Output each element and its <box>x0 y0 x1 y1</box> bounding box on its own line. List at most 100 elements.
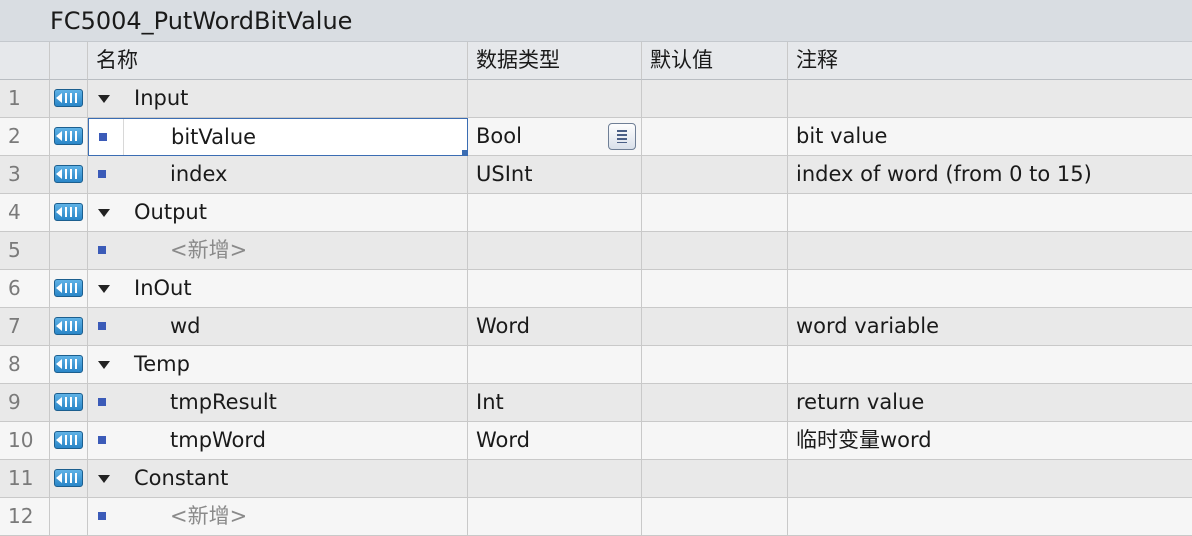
row-number[interactable]: 6 <box>0 270 50 308</box>
data-type-cell[interactable]: Word <box>468 308 642 346</box>
name-cell[interactable]: index <box>88 156 468 194</box>
default-value-cell[interactable] <box>642 422 788 460</box>
default-value-cell[interactable] <box>642 232 788 270</box>
comment-cell[interactable]: return value <box>788 384 1192 422</box>
add-new-placeholder: <新增> <box>170 238 248 262</box>
collapse-caret-icon[interactable] <box>98 361 110 369</box>
direction-icon-cell <box>50 422 88 460</box>
direction-icon-cell <box>50 460 88 498</box>
comment-cell[interactable] <box>788 194 1192 232</box>
direction-icon-cell <box>50 308 88 346</box>
header-data-type[interactable]: 数据类型 <box>468 42 642 80</box>
temp-direction-icon <box>54 393 83 411</box>
table-row[interactable]: 2 bitValue Bool bit value <box>0 118 1192 156</box>
comment-cell[interactable] <box>788 460 1192 498</box>
member-bullet-icon <box>98 246 106 254</box>
header-default-value[interactable]: 默认值 <box>642 42 788 80</box>
default-value-cell[interactable] <box>642 346 788 384</box>
default-value-cell[interactable] <box>642 270 788 308</box>
row-number[interactable]: 3 <box>0 156 50 194</box>
collapse-caret-icon[interactable] <box>98 285 110 293</box>
default-value-cell[interactable] <box>642 156 788 194</box>
comment-cell[interactable]: 临时变量word <box>788 422 1192 460</box>
row-number[interactable]: 4 <box>0 194 50 232</box>
row-number[interactable]: 1 <box>0 80 50 118</box>
table-row[interactable]: 7 wd Word word variable <box>0 308 1192 346</box>
name-cell[interactable]: InOut <box>88 270 468 308</box>
section-name: Input <box>134 86 189 110</box>
row-number[interactable]: 5 <box>0 232 50 270</box>
data-type-cell[interactable]: Int <box>468 384 642 422</box>
data-type-cell[interactable] <box>468 498 642 536</box>
name-cell[interactable]: Constant <box>88 460 468 498</box>
name-cell[interactable]: wd <box>88 308 468 346</box>
table-row[interactable]: 12 <新增> <box>0 498 1192 536</box>
name-cell[interactable]: <新增> <box>88 498 468 536</box>
table-row[interactable]: 11 Constant <box>0 460 1192 498</box>
default-value-cell[interactable] <box>642 80 788 118</box>
row-number[interactable]: 8 <box>0 346 50 384</box>
table-row[interactable]: 4 Output <box>0 194 1192 232</box>
name-cell[interactable]: Output <box>88 194 468 232</box>
member-bullet-icon <box>98 398 106 406</box>
name-cell[interactable]: Temp <box>88 346 468 384</box>
default-value-cell[interactable] <box>642 384 788 422</box>
selection-drag-handle[interactable] <box>462 150 467 155</box>
collapse-caret-icon[interactable] <box>98 209 110 217</box>
comment-cell[interactable] <box>788 498 1192 536</box>
data-type-cell[interactable] <box>468 232 642 270</box>
add-new-placeholder: <新增> <box>170 504 248 528</box>
temp-direction-icon <box>54 355 83 373</box>
header-name[interactable]: 名称 <box>88 42 468 80</box>
default-value-cell[interactable] <box>642 194 788 232</box>
name-cell[interactable]: tmpResult <box>88 384 468 422</box>
table-row[interactable]: 3 index USInt index of word (from 0 to 15) <box>0 156 1192 194</box>
variable-name: tmpResult <box>170 390 277 414</box>
table-row[interactable]: 9 tmpResult Int return value <box>0 384 1192 422</box>
direction-icon-cell <box>50 270 88 308</box>
row-number[interactable]: 11 <box>0 460 50 498</box>
row-number[interactable]: 12 <box>0 498 50 536</box>
data-type-picker-button[interactable] <box>608 123 636 150</box>
data-type-cell[interactable]: Word <box>468 422 642 460</box>
name-cell[interactable]: Input <box>88 80 468 118</box>
comment-cell[interactable] <box>788 270 1192 308</box>
default-value-cell[interactable] <box>642 308 788 346</box>
row-number[interactable]: 10 <box>0 422 50 460</box>
data-type-cell[interactable] <box>468 346 642 384</box>
cell-separator <box>123 119 124 155</box>
comment-cell[interactable] <box>788 232 1192 270</box>
data-type-cell[interactable] <box>468 460 642 498</box>
default-value-cell[interactable] <box>642 118 788 156</box>
data-type-value: USInt <box>476 162 533 186</box>
name-cell[interactable]: bitValue <box>88 118 468 156</box>
comment-cell[interactable]: index of word (from 0 to 15) <box>788 156 1192 194</box>
collapse-caret-icon[interactable] <box>98 475 110 483</box>
collapse-caret-icon[interactable] <box>98 95 110 103</box>
data-type-cell[interactable] <box>468 194 642 232</box>
table-row[interactable]: 6 InOut <box>0 270 1192 308</box>
section-name: Constant <box>134 466 229 490</box>
name-cell[interactable]: tmpWord <box>88 422 468 460</box>
comment-cell[interactable]: word variable <box>788 308 1192 346</box>
data-type-cell[interactable]: Bool <box>468 118 642 156</box>
comment-cell[interactable]: bit value <box>788 118 1192 156</box>
data-type-cell[interactable] <box>468 270 642 308</box>
row-number[interactable]: 9 <box>0 384 50 422</box>
table-row[interactable]: 1 Input <box>0 80 1192 118</box>
default-value-cell[interactable] <box>642 460 788 498</box>
data-type-cell[interactable] <box>468 80 642 118</box>
row-number[interactable]: 2 <box>0 118 50 156</box>
section-name: InOut <box>134 276 192 300</box>
data-type-cell[interactable]: USInt <box>468 156 642 194</box>
data-type-value: Word <box>476 314 530 338</box>
name-cell[interactable]: <新增> <box>88 232 468 270</box>
table-row[interactable]: 10 tmpWord Word 临时变量word <box>0 422 1192 460</box>
table-row[interactable]: 8 Temp <box>0 346 1192 384</box>
comment-cell[interactable] <box>788 346 1192 384</box>
table-row[interactable]: 5 <新增> <box>0 232 1192 270</box>
comment-cell[interactable] <box>788 80 1192 118</box>
row-number[interactable]: 7 <box>0 308 50 346</box>
default-value-cell[interactable] <box>642 498 788 536</box>
header-comment[interactable]: 注释 <box>788 42 1192 80</box>
